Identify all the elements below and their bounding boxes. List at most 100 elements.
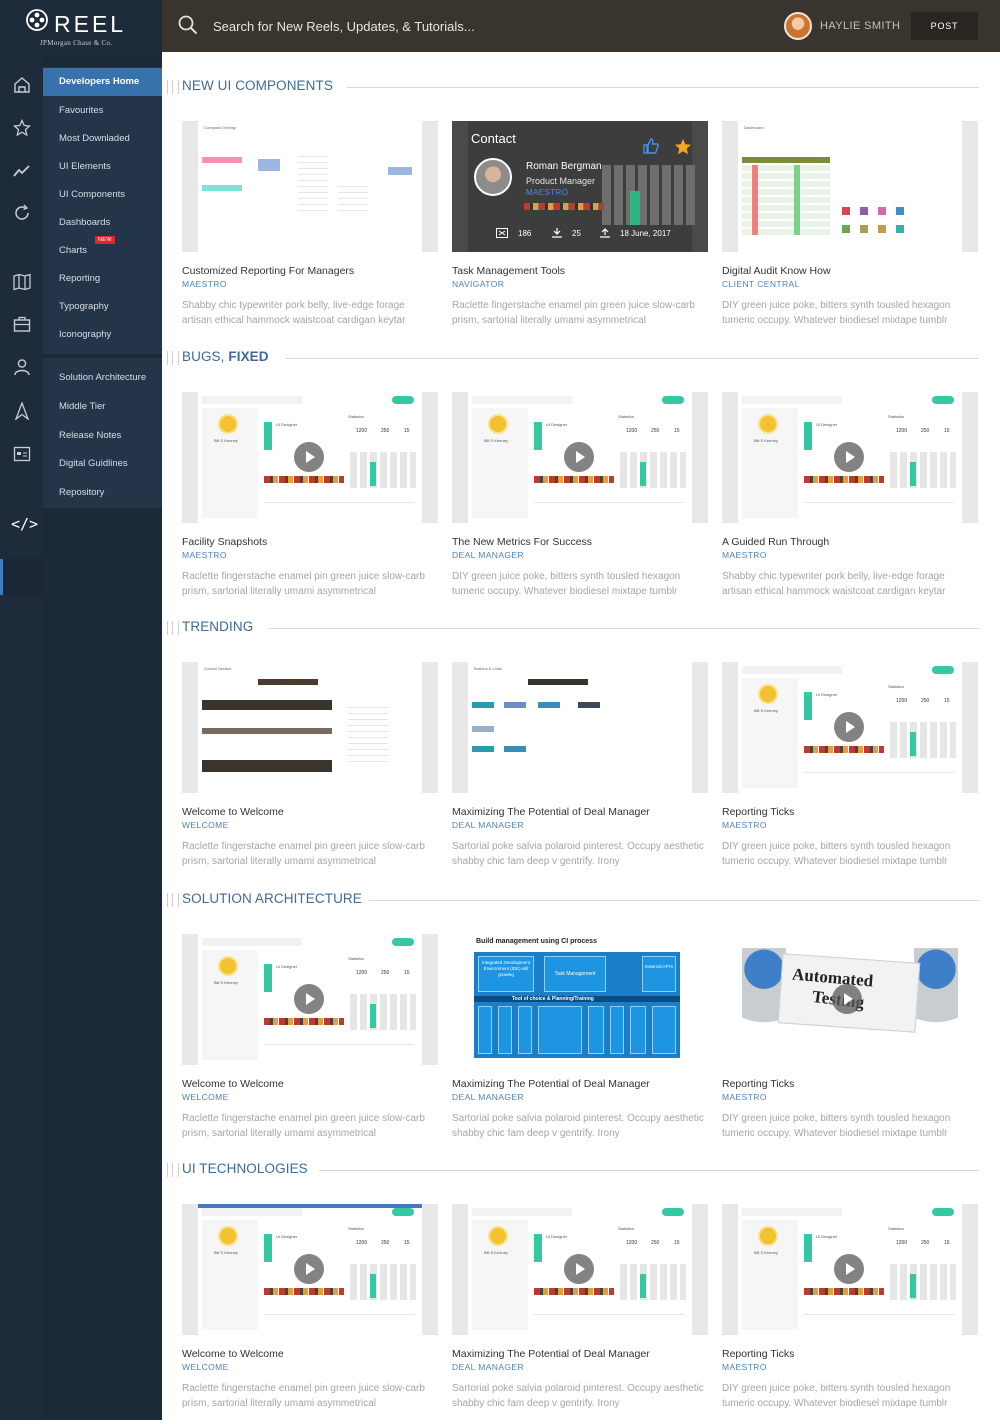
play-icon[interactable]	[564, 1254, 594, 1284]
sidebar-item-middle-tier[interactable]: Middle Tier	[59, 401, 105, 412]
reel-title[interactable]: Maximizing The Potential of Deal Manager	[452, 806, 650, 818]
reel-title[interactable]: Welcome to Welcome	[182, 806, 284, 818]
reel-card[interactable]: Dashboard Digital Audit Know How CLIENT CE…	[722, 121, 978, 341]
reel-card[interactable]: Bill S Kenney UI Designer Statistics 120…	[182, 934, 438, 1154]
user-icon[interactable]	[13, 358, 31, 376]
compass-icon[interactable]	[13, 402, 31, 420]
reel-title[interactable]: Welcome to Welcome	[182, 1078, 284, 1090]
sidebar-item-developers-home[interactable]: Developers Home	[59, 76, 139, 87]
search-icon[interactable]	[178, 15, 198, 35]
sidebar-item-charts[interactable]: Charts	[59, 245, 87, 256]
reel-title[interactable]: A Guided Run Through	[722, 536, 829, 548]
reel-card[interactable]: Bill S Kenney UI Designer Statistics 120…	[182, 392, 438, 612]
reel-category[interactable]: DEAL MANAGER	[452, 550, 524, 560]
play-icon[interactable]	[294, 442, 324, 472]
reel-thumbnail[interactable]: Bill S Kenney UI Designer Statistics 120…	[722, 392, 978, 523]
sidebar-item-digital-guidlines[interactable]: Digital Guidlines	[59, 458, 128, 469]
play-icon[interactable]	[834, 1254, 864, 1284]
sidebar-item-most-downloaded[interactable]: Most Downladed	[59, 133, 130, 144]
play-icon[interactable]	[832, 984, 862, 1014]
reel-category[interactable]: WELCOME	[182, 1092, 229, 1102]
play-icon[interactable]	[834, 712, 864, 742]
play-icon[interactable]	[294, 1254, 324, 1284]
reel-thumbnail[interactable]: Dashboard	[722, 121, 978, 252]
code-icon[interactable]: </>	[11, 515, 38, 533]
reel-thumbnail[interactable]: Bill S Kenney UI Designer Statistics 120…	[452, 392, 708, 523]
reel-category[interactable]: NAVIGATOR	[452, 279, 504, 289]
reel-card[interactable]: Bill S Kenney UI Designer Statistics 120…	[452, 392, 708, 612]
contact-overlay[interactable]: Contact Roman Bergman Product Manager MAEST…	[452, 121, 708, 252]
reel-card[interactable]: Bill S Kenney UI Designer Statistics 120…	[722, 1204, 978, 1424]
star-icon[interactable]	[13, 119, 31, 137]
reel-title[interactable]: Welcome to Welcome	[182, 1348, 284, 1360]
reel-category[interactable]: MAESTRO	[722, 1092, 767, 1102]
briefcase-icon[interactable]	[13, 315, 31, 333]
reel-card[interactable]: Buttons & Links Maximizing The Potential …	[452, 662, 708, 882]
thumbs-up-icon[interactable]	[642, 137, 660, 155]
reel-title[interactable]: Task Management Tools	[452, 265, 565, 277]
reel-card[interactable]: Control Section Welcome to Welcome WELCOME…	[182, 662, 438, 882]
reel-category[interactable]: DEAL MANAGER	[452, 1362, 524, 1372]
reel-title[interactable]: Customized Reporting For Managers	[182, 265, 354, 277]
play-icon[interactable]	[834, 442, 864, 472]
reel-thumbnail[interactable]: Bill S Kenney UI Designer Statistics 120…	[452, 1204, 708, 1335]
sidebar-item-typography[interactable]: Typography	[59, 301, 109, 312]
sidebar-item-favourites[interactable]: Favourites	[59, 105, 103, 116]
reel-category[interactable]: MAESTRO	[722, 820, 767, 830]
avatar[interactable]	[784, 12, 812, 40]
map-icon[interactable]	[13, 273, 31, 291]
reel-card[interactable]: Build management using CI process Integra…	[452, 934, 708, 1154]
sidebar-item-solution-architecture[interactable]: Solution Architecture	[59, 372, 146, 383]
sidebar-item-ui-components[interactable]: UI Components	[59, 189, 125, 200]
calendar-icon[interactable]	[13, 445, 31, 463]
reel-title[interactable]: Maximizing The Potential of Deal Manager	[452, 1348, 650, 1360]
refresh-icon[interactable]	[13, 204, 31, 222]
reel-card[interactable]: Bill S Kenney UI Designer Statistics 120…	[452, 1204, 708, 1424]
home-icon[interactable]	[13, 76, 31, 94]
sidebar-item-dashboards[interactable]: Dashboards	[59, 217, 110, 228]
brand-area[interactable]: REEL JPMorgan Chase & Co.	[0, 0, 162, 52]
reel-thumbnail[interactable]: Bill S Kenney UI Designer Statistics 120…	[722, 662, 978, 793]
reel-title[interactable]: Reporting Ticks	[722, 806, 794, 818]
play-icon[interactable]	[564, 442, 594, 472]
reel-category[interactable]: MAESTRO	[182, 550, 227, 560]
reel-category[interactable]: CLIENT CENTRAL	[722, 279, 800, 289]
reel-title[interactable]: Maximizing The Potential of Deal Manager	[452, 1078, 650, 1090]
reel-thumbnail[interactable]: Bill S Kenney UI Designer Statistics 120…	[182, 1204, 438, 1335]
search-input[interactable]	[206, 12, 626, 40]
reel-thumbnail[interactable]: Bill S Kenney UI Designer Statistics 120…	[182, 934, 438, 1065]
reel-title[interactable]: Reporting Ticks	[722, 1348, 794, 1360]
reel-category[interactable]: DEAL MANAGER	[452, 1092, 524, 1102]
reel-card[interactable]: Bill S Kenney UI Designer Statistics 120…	[182, 1204, 438, 1424]
play-icon[interactable]	[294, 984, 324, 1014]
reel-category[interactable]: WELCOME	[182, 1362, 229, 1372]
reel-thumbnail[interactable]: Control Section	[182, 662, 438, 793]
reel-category[interactable]: MAESTRO	[722, 1362, 767, 1372]
sidebar-item-repository[interactable]: Repository	[59, 487, 104, 498]
sidebar-item-iconography[interactable]: Iconography	[59, 329, 111, 340]
reel-card[interactable]: Bill S Kenney UI Designer Statistics 120…	[722, 662, 978, 882]
reel-category[interactable]: WELCOME	[182, 820, 229, 830]
reel-thumbnail[interactable]: Buttons & Links	[452, 662, 708, 793]
reel-title[interactable]: Digital Audit Know How	[722, 265, 831, 277]
reel-thumbnail[interactable]: Bill S Kenney UI Designer Statistics 120…	[722, 1204, 978, 1335]
reel-card[interactable]: Compass Overlay Customized Reporting For …	[182, 121, 438, 341]
post-button[interactable]: POST	[911, 12, 978, 40]
reel-thumbnail[interactable]: AutomatedTesting	[722, 934, 978, 1065]
reel-card[interactable]: AutomatedTesting Reporting Ticks MAESTRO DI…	[722, 934, 978, 1154]
sidebar-item-release-notes[interactable]: Release Notes	[59, 430, 121, 441]
reel-category[interactable]: DEAL MANAGER	[452, 820, 524, 830]
sidebar-item-reporting[interactable]: Reporting	[59, 273, 100, 284]
user-name[interactable]: HAYLIE SMITH	[820, 20, 900, 32]
reel-title[interactable]: Reporting Ticks	[722, 1078, 794, 1090]
sidebar-item-ui-elements[interactable]: UI Elements	[59, 161, 111, 172]
star-icon[interactable]	[674, 138, 692, 156]
trend-line-icon[interactable]	[13, 162, 31, 180]
reel-title[interactable]: The New Metrics For Success	[452, 536, 592, 548]
reel-category[interactable]: MAESTRO	[722, 550, 767, 560]
reel-category[interactable]: MAESTRO	[182, 279, 227, 289]
reel-title[interactable]: Facility Snapshots	[182, 536, 267, 548]
reel-thumbnail[interactable]: Build management using CI process Integra…	[452, 934, 708, 1065]
reel-thumbnail[interactable]: Bill S Kenney UI Designer Statistics 120…	[182, 392, 438, 523]
reel-thumbnail[interactable]: Compass Overlay	[182, 121, 438, 252]
